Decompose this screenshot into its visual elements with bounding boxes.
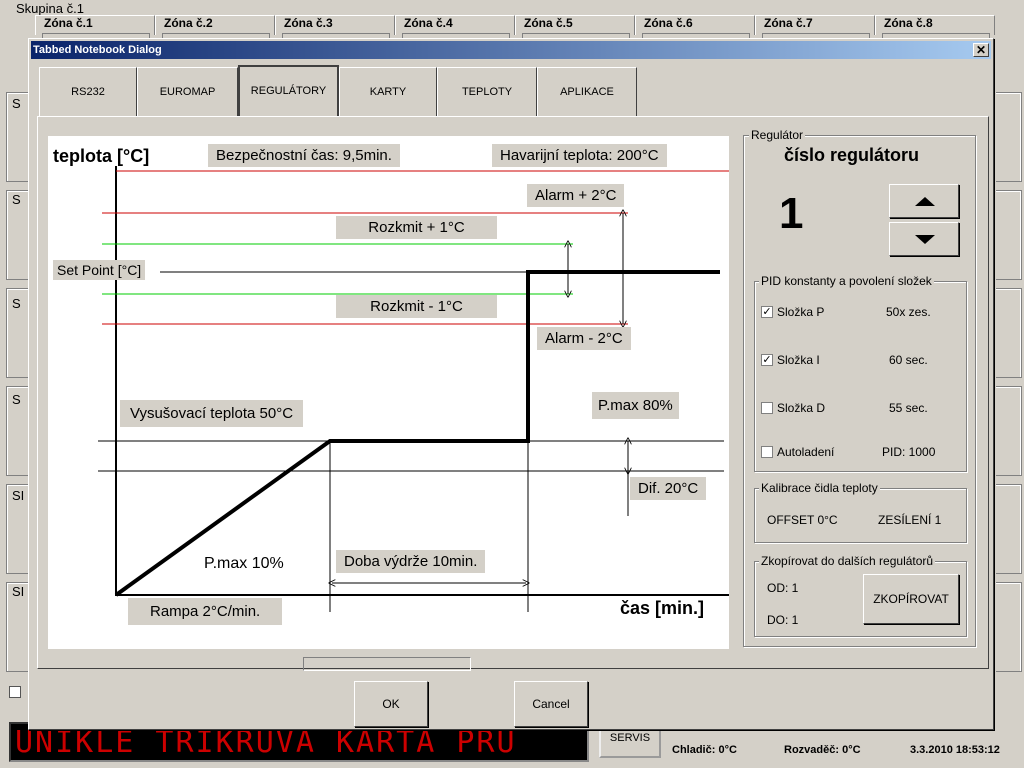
down-arrow-icon: [915, 235, 935, 244]
group-label: Skupina č.1: [16, 1, 84, 16]
pid-d-label: Složka D: [777, 401, 826, 415]
side-label: S: [12, 296, 21, 311]
pid-d-value: 55 sec.: [889, 401, 928, 415]
alarm-plus-label: Alarm + 2°C: [527, 184, 625, 207]
pid-p-value: 50x zes.: [886, 305, 931, 319]
autotune-label: Autoladení: [777, 445, 835, 459]
background-checkbox[interactable]: [9, 686, 21, 698]
copy-to: DO: 1: [767, 613, 799, 627]
zone-header: Zóna č.5: [515, 15, 635, 39]
tab-aplikace[interactable]: APLIKACE: [537, 67, 637, 116]
dialog-title: Tabbed Notebook Dialog: [33, 44, 162, 56]
emergency-temp-label: Havarijní teplota: 200°C: [492, 144, 667, 167]
tab-regulatory[interactable]: REGULÁTORY: [238, 65, 339, 117]
pid-d-checkbox[interactable]: [761, 402, 773, 414]
side-label: SI: [12, 584, 25, 599]
regulator-up-button[interactable]: [889, 184, 959, 218]
pid-p-checkbox[interactable]: ✓: [761, 306, 773, 318]
zone-header: Zóna č.4: [395, 15, 515, 39]
pid-i-label: Složka I: [777, 353, 820, 367]
zone-header: Zóna č.1: [35, 15, 155, 39]
zone-header: Zóna č.8: [875, 15, 995, 39]
calibration-group-title: Kalibrace čidla teploty: [759, 481, 880, 495]
pid-p-label: Složka P: [777, 305, 825, 319]
zone-label: Zóna č.3: [284, 16, 333, 30]
zone-header: Zóna č.3: [275, 15, 395, 39]
datetime: 3.3.2010 18:53:12: [910, 744, 1000, 756]
tab-rs232[interactable]: RS232: [39, 67, 137, 116]
autotune-checkbox[interactable]: [761, 446, 773, 458]
zone-header: Zóna č.2: [155, 15, 275, 39]
pmax-10-label: P.max 10%: [204, 555, 284, 572]
rozkmit-plus-label: Rozkmit + 1°C: [336, 216, 497, 239]
copy-button[interactable]: ZKOPÍROVAT: [863, 574, 959, 624]
zone-header: Zóna č.6: [635, 15, 755, 39]
tab-teploty[interactable]: TEPLOTY: [437, 67, 537, 116]
copy-group-title: Zkopírovat do dalších regulátorů: [759, 554, 936, 568]
x-axis-label: čas [min.]: [620, 598, 705, 618]
alarm-minus-label: Alarm - 2°C: [537, 327, 631, 350]
check-icon: ✓: [762, 354, 772, 366]
zone-label: Zóna č.1: [44, 16, 93, 30]
progress-bar: [303, 657, 471, 671]
regulator-diagram: teplota [°C] Bezpečnostní čas: 9,5min. H…: [48, 136, 729, 649]
side-label: S: [12, 192, 21, 207]
ok-button[interactable]: OK: [354, 681, 428, 727]
cancel-button[interactable]: Cancel: [514, 681, 588, 727]
set-point-label: Set Point [°C]: [53, 260, 146, 280]
gain-value: ZESÍLENÍ 1: [878, 513, 942, 527]
dif-label: Dif. 20°C: [630, 477, 707, 500]
regulator-group-title: Regulátor: [749, 128, 806, 142]
zone-label: Zóna č.2: [164, 16, 213, 30]
regulator-down-button[interactable]: [889, 222, 959, 256]
autotune-value: PID: 1000: [882, 445, 936, 459]
check-icon: ✓: [762, 306, 772, 318]
zone-header: Zóna č.7: [755, 15, 875, 39]
pmax-80-label: P.max 80%: [592, 392, 679, 419]
copy-from: OD: 1: [767, 581, 799, 595]
chladic-status: Chladič: 0°C: [672, 744, 737, 756]
offset-value: OFFSET 0°C: [767, 513, 838, 527]
zone-label: Zóna č.5: [524, 16, 573, 30]
hold-time-label: Doba výdrže 10min.: [336, 550, 486, 573]
dialog-titlebar: Tabbed Notebook Dialog ✕: [31, 41, 991, 59]
side-label: S: [12, 392, 21, 407]
pid-i-value: 60 sec.: [889, 353, 928, 367]
rozvadec-status: Rozvaděč: 0°C: [784, 744, 861, 756]
zone-label: Zóna č.7: [764, 16, 813, 30]
regulator-number: 1: [779, 189, 804, 238]
temperature-curve: [114, 270, 720, 597]
y-axis-label: teplota [°C]: [53, 146, 150, 166]
safety-time-label: Bezpečnostní čas: 9,5min.: [208, 144, 400, 167]
side-label: S: [12, 96, 21, 111]
side-label: SI: [12, 488, 25, 503]
drying-temp-label: Vysušovací teplota 50°C: [120, 400, 304, 427]
side-frame: [996, 288, 1022, 378]
side-frame: [996, 92, 1022, 182]
zone-label: Zóna č.4: [404, 16, 453, 30]
pid-group-title: PID konstanty a povolení složek: [759, 274, 934, 288]
tabbed-dialog: Tabbed Notebook Dialog ✕ RS232 EUROMAP R…: [28, 38, 994, 730]
tab-karty[interactable]: KARTY: [339, 67, 437, 116]
ramp-label: Rampa 2°C/min.: [128, 598, 283, 625]
rozkmit-minus-label: Rozkmit - 1°C: [336, 295, 497, 318]
side-frame: [996, 190, 1022, 280]
up-arrow-icon: [915, 197, 935, 206]
side-frame: [996, 386, 1022, 476]
side-frame: [996, 582, 1022, 672]
zone-label: Zóna č.8: [884, 16, 933, 30]
zone-label: Zóna č.6: [644, 16, 693, 30]
close-button[interactable]: ✕: [973, 43, 989, 57]
tab-euromap[interactable]: EUROMAP: [137, 67, 238, 116]
side-frame: [996, 484, 1022, 574]
regulator-heading: číslo regulátoru: [784, 145, 920, 165]
pid-i-checkbox[interactable]: ✓: [761, 354, 773, 366]
